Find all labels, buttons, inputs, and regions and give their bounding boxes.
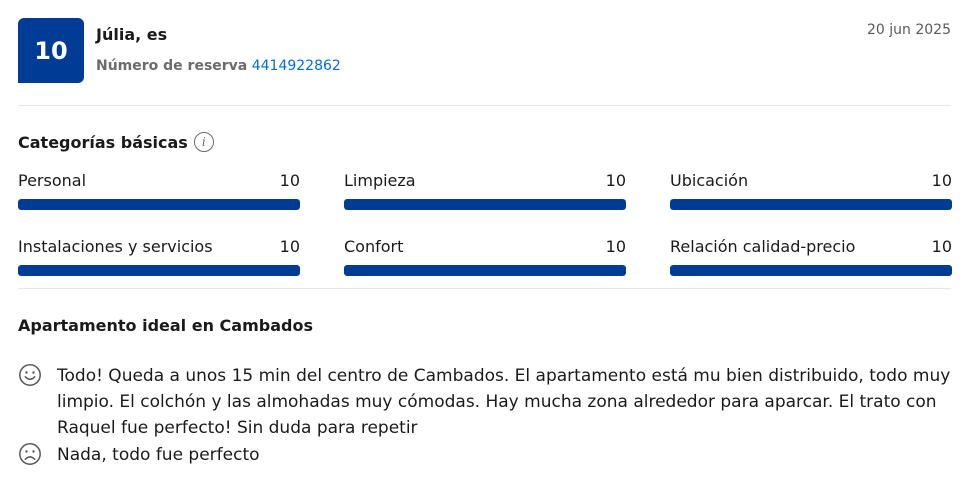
score-badge: 10: [18, 18, 84, 83]
review-header: 10 Júlia, es Número de reserva 441492286…: [18, 18, 951, 83]
review-date: 20 jun 2025: [867, 22, 951, 38]
divider: [18, 105, 951, 106]
category-label: Limpieza: [344, 171, 416, 190]
review-positive: Todo! Queda a unos 15 min del centro de …: [18, 363, 951, 441]
category-bar-fill: [344, 199, 626, 210]
category-score: 10: [279, 237, 300, 256]
category-limpieza: Limpieza 10: [344, 171, 626, 210]
info-icon[interactable]: i: [193, 132, 214, 152]
category-bar: [344, 265, 626, 276]
category-bar-fill: [670, 199, 952, 210]
category-label: Ubicación: [670, 171, 749, 190]
reviewer-name: Júlia, es: [96, 25, 168, 44]
booking-label: Número de reserva: [96, 58, 248, 74]
category-bar-fill: [670, 265, 952, 276]
category-instalaciones: Instalaciones y servicios 10: [18, 237, 300, 276]
category-personal: Personal 10: [18, 171, 300, 210]
review-title: Apartamento ideal en Cambados: [18, 316, 313, 335]
review-negative: Nada, todo fue perfecto: [18, 442, 951, 468]
category-label: Relación calidad-precio: [670, 237, 856, 256]
category-confort: Confort 10: [344, 237, 626, 276]
category-score: 10: [279, 171, 300, 190]
category-score: 10: [605, 237, 626, 256]
categories-title: Categorías básicas: [18, 132, 188, 152]
category-calidad-precio: Relación calidad-precio 10: [670, 237, 952, 276]
category-label: Personal: [18, 171, 87, 190]
smile-face-icon: [19, 364, 41, 386]
category-bar-fill: [18, 265, 300, 276]
category-bar: [670, 265, 952, 276]
category-ubicacion: Ubicación 10: [670, 171, 952, 210]
booking-number-link[interactable]: 4414922862: [252, 58, 341, 74]
category-label: Instalaciones y servicios: [18, 237, 213, 256]
category-bar-fill: [344, 265, 626, 276]
category-label: Confort: [344, 237, 404, 256]
divider: [18, 288, 951, 289]
category-score: 10: [605, 171, 626, 190]
category-bar: [344, 199, 626, 210]
category-bar-fill: [18, 199, 300, 210]
positive-text: Todo! Queda a unos 15 min del centro de …: [57, 366, 951, 438]
review-card: 10 Júlia, es Número de reserva 441492286…: [18, 18, 952, 465]
sad-face-icon: [19, 443, 41, 465]
category-bar: [18, 265, 300, 276]
category-bar: [670, 199, 952, 210]
negative-text: Nada, todo fue perfecto: [57, 445, 260, 465]
booking-info: Número de reserva 4414922862: [96, 58, 341, 74]
category-score: 10: [931, 237, 952, 256]
category-bar: [18, 199, 300, 210]
category-score: 10: [931, 171, 952, 190]
categories-heading: Categorías básicas i: [18, 132, 214, 152]
